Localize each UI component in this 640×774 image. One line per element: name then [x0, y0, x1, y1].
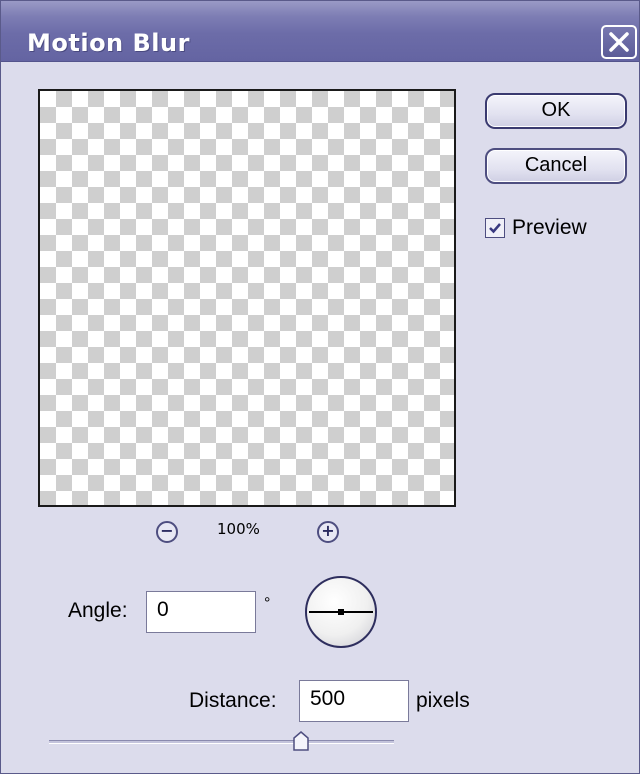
distance-slider-thumb[interactable] [293, 731, 309, 751]
cancel-button[interactable]: Cancel [485, 148, 627, 184]
close-button[interactable] [601, 25, 637, 59]
zoom-level: 100% [217, 520, 260, 538]
plus-icon: + [321, 521, 335, 540]
preview-canvas[interactable] [38, 89, 456, 507]
close-x-icon [609, 32, 629, 52]
zoom-out-button[interactable]: − [156, 521, 178, 543]
title-bar[interactable]: Motion Blur [1, 1, 639, 62]
angle-dial-center [338, 609, 344, 615]
ok-button[interactable]: OK [485, 93, 627, 129]
angle-dial[interactable] [305, 576, 377, 648]
zoom-in-button[interactable]: + [317, 521, 339, 543]
distance-label: Distance: [189, 689, 277, 712]
dialog-title: Motion Blur [27, 29, 190, 57]
distance-input[interactable]: 500 [299, 680, 409, 722]
angle-input[interactable]: 0 [146, 591, 256, 633]
motion-blur-dialog: Motion Blur OK Cancel Preview − 100% + A… [0, 0, 640, 774]
slider-thumb-icon [293, 731, 309, 751]
minus-icon: − [160, 521, 174, 540]
angle-label: Angle: [68, 599, 128, 622]
preview-checkbox[interactable] [485, 218, 505, 238]
preview-label[interactable]: Preview [512, 216, 587, 240]
degree-unit: ° [264, 595, 271, 612]
distance-unit: pixels [416, 689, 470, 712]
checkmark-icon [489, 223, 501, 234]
distance-slider-track[interactable] [49, 740, 394, 744]
